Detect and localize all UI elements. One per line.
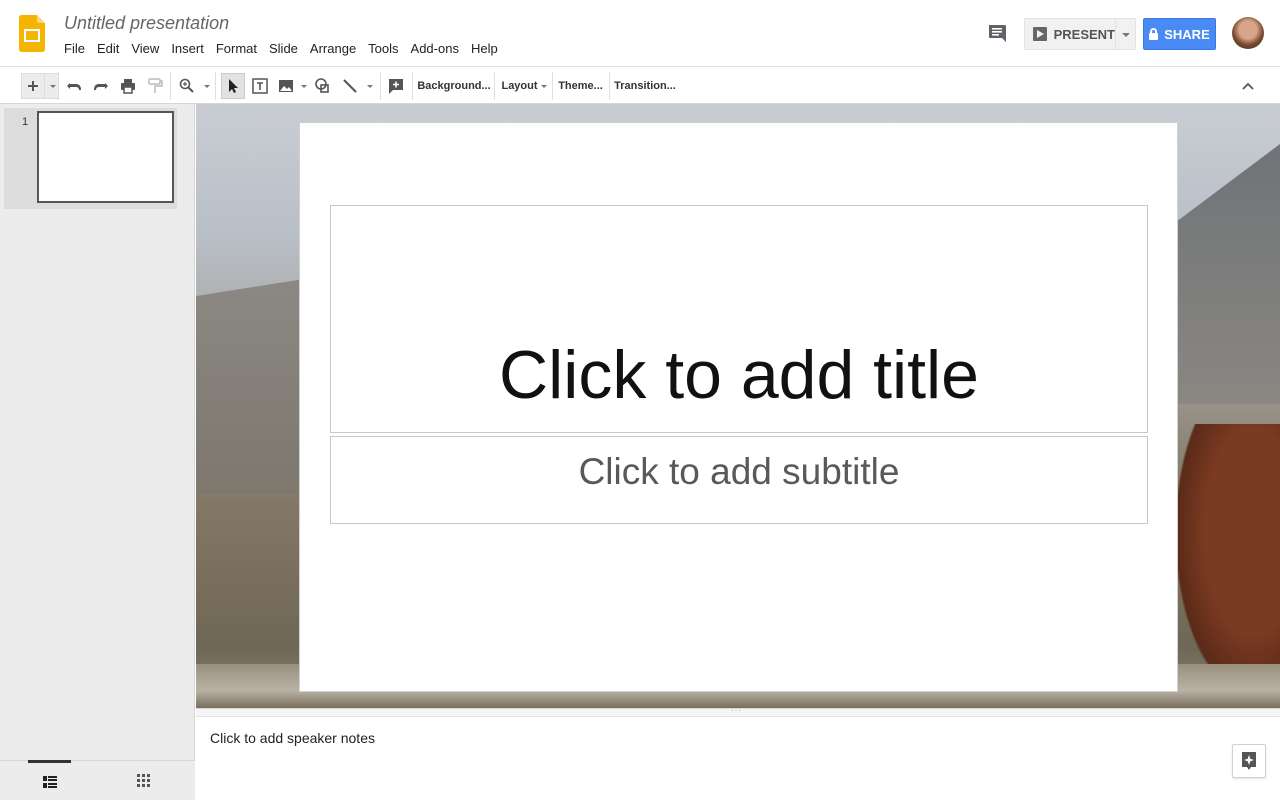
print-icon[interactable] xyxy=(117,73,139,99)
menu-format[interactable]: Format xyxy=(210,40,263,57)
menu-arrange[interactable]: Arrange xyxy=(304,40,362,57)
list-view-icon[interactable] xyxy=(28,760,71,800)
menu-help[interactable]: Help xyxy=(465,40,504,57)
new-slide-icon[interactable] xyxy=(21,73,45,99)
background-mountain xyxy=(1176,144,1280,404)
transition-button[interactable]: Transition... xyxy=(614,73,676,99)
subtitle-placeholder-text: Click to add subtitle xyxy=(578,451,900,492)
subtitle-placeholder[interactable]: Click to add subtitle xyxy=(330,436,1148,524)
speaker-notes-panel[interactable]: Click to add speaker notes xyxy=(196,717,1280,800)
speaker-notes-input[interactable]: Click to add speaker notes xyxy=(210,730,375,746)
slide[interactable]: Click to add title Click to add subtitle xyxy=(299,122,1178,692)
slide-canvas[interactable]: Click to add title Click to add subtitle xyxy=(196,104,1280,708)
present-options-dropdown[interactable] xyxy=(1116,18,1136,50)
undo-icon[interactable] xyxy=(63,73,85,99)
explore-icon[interactable] xyxy=(1232,744,1266,778)
grid-view-icon[interactable] xyxy=(122,760,165,800)
redo-icon[interactable] xyxy=(90,73,112,99)
comment-add-icon[interactable] xyxy=(385,73,407,99)
notes-resize-handle[interactable] xyxy=(196,705,1280,717)
image-dropdown[interactable] xyxy=(297,73,307,99)
menu-slide[interactable]: Slide xyxy=(263,40,304,57)
collapse-icon[interactable] xyxy=(1237,73,1259,99)
avatar[interactable] xyxy=(1232,17,1264,49)
menu-file[interactable]: File xyxy=(58,40,91,57)
menu-bar: File Edit View Insert Format Slide Arran… xyxy=(58,40,504,57)
title-placeholder[interactable]: Click to add title xyxy=(330,205,1148,433)
new-slide-dropdown[interactable] xyxy=(45,73,59,99)
menu-tools[interactable]: Tools xyxy=(362,40,404,57)
image-icon[interactable] xyxy=(275,73,297,99)
select-icon[interactable] xyxy=(221,73,245,99)
line-icon[interactable] xyxy=(339,73,361,99)
menu-edit[interactable]: Edit xyxy=(91,40,125,57)
theme-button[interactable]: Theme... xyxy=(557,73,604,99)
filmstrip-slide[interactable]: 1 xyxy=(4,108,177,209)
app-header: Untitled presentation File Edit View Ins… xyxy=(0,0,1280,67)
toolbar: Background... Layout Theme... Transition… xyxy=(0,67,1280,104)
filmstrip-panel: 1 xyxy=(0,104,195,800)
share-button[interactable]: SHARE xyxy=(1143,18,1216,50)
present-label: PRESENT xyxy=(1053,26,1115,42)
present-button[interactable]: PRESENT xyxy=(1024,18,1116,50)
text-box-icon[interactable] xyxy=(249,73,271,99)
background-button[interactable]: Background... xyxy=(417,73,490,99)
slide-thumbnail[interactable] xyxy=(37,111,174,203)
menu-insert[interactable]: Insert xyxy=(165,40,210,57)
shape-icon[interactable] xyxy=(311,73,333,99)
zoom-dropdown[interactable] xyxy=(199,73,211,99)
slide-number: 1 xyxy=(22,116,29,128)
slides-logo-icon[interactable] xyxy=(19,15,45,52)
title-placeholder-text: Click to add title xyxy=(499,337,979,413)
line-dropdown[interactable] xyxy=(362,73,374,99)
paint-format-icon[interactable] xyxy=(144,73,166,99)
background-horse xyxy=(1176,424,1280,694)
document-title[interactable]: Untitled presentation xyxy=(64,13,229,34)
menu-addons[interactable]: Add-ons xyxy=(405,40,465,57)
zoom-icon[interactable] xyxy=(176,73,198,99)
present-icon xyxy=(1033,27,1047,41)
lock-icon xyxy=(1149,27,1159,40)
layout-button[interactable]: Layout xyxy=(500,73,548,99)
comment-icon[interactable] xyxy=(986,22,1008,44)
menu-view[interactable]: View xyxy=(125,40,165,57)
share-label: SHARE xyxy=(1164,26,1210,42)
